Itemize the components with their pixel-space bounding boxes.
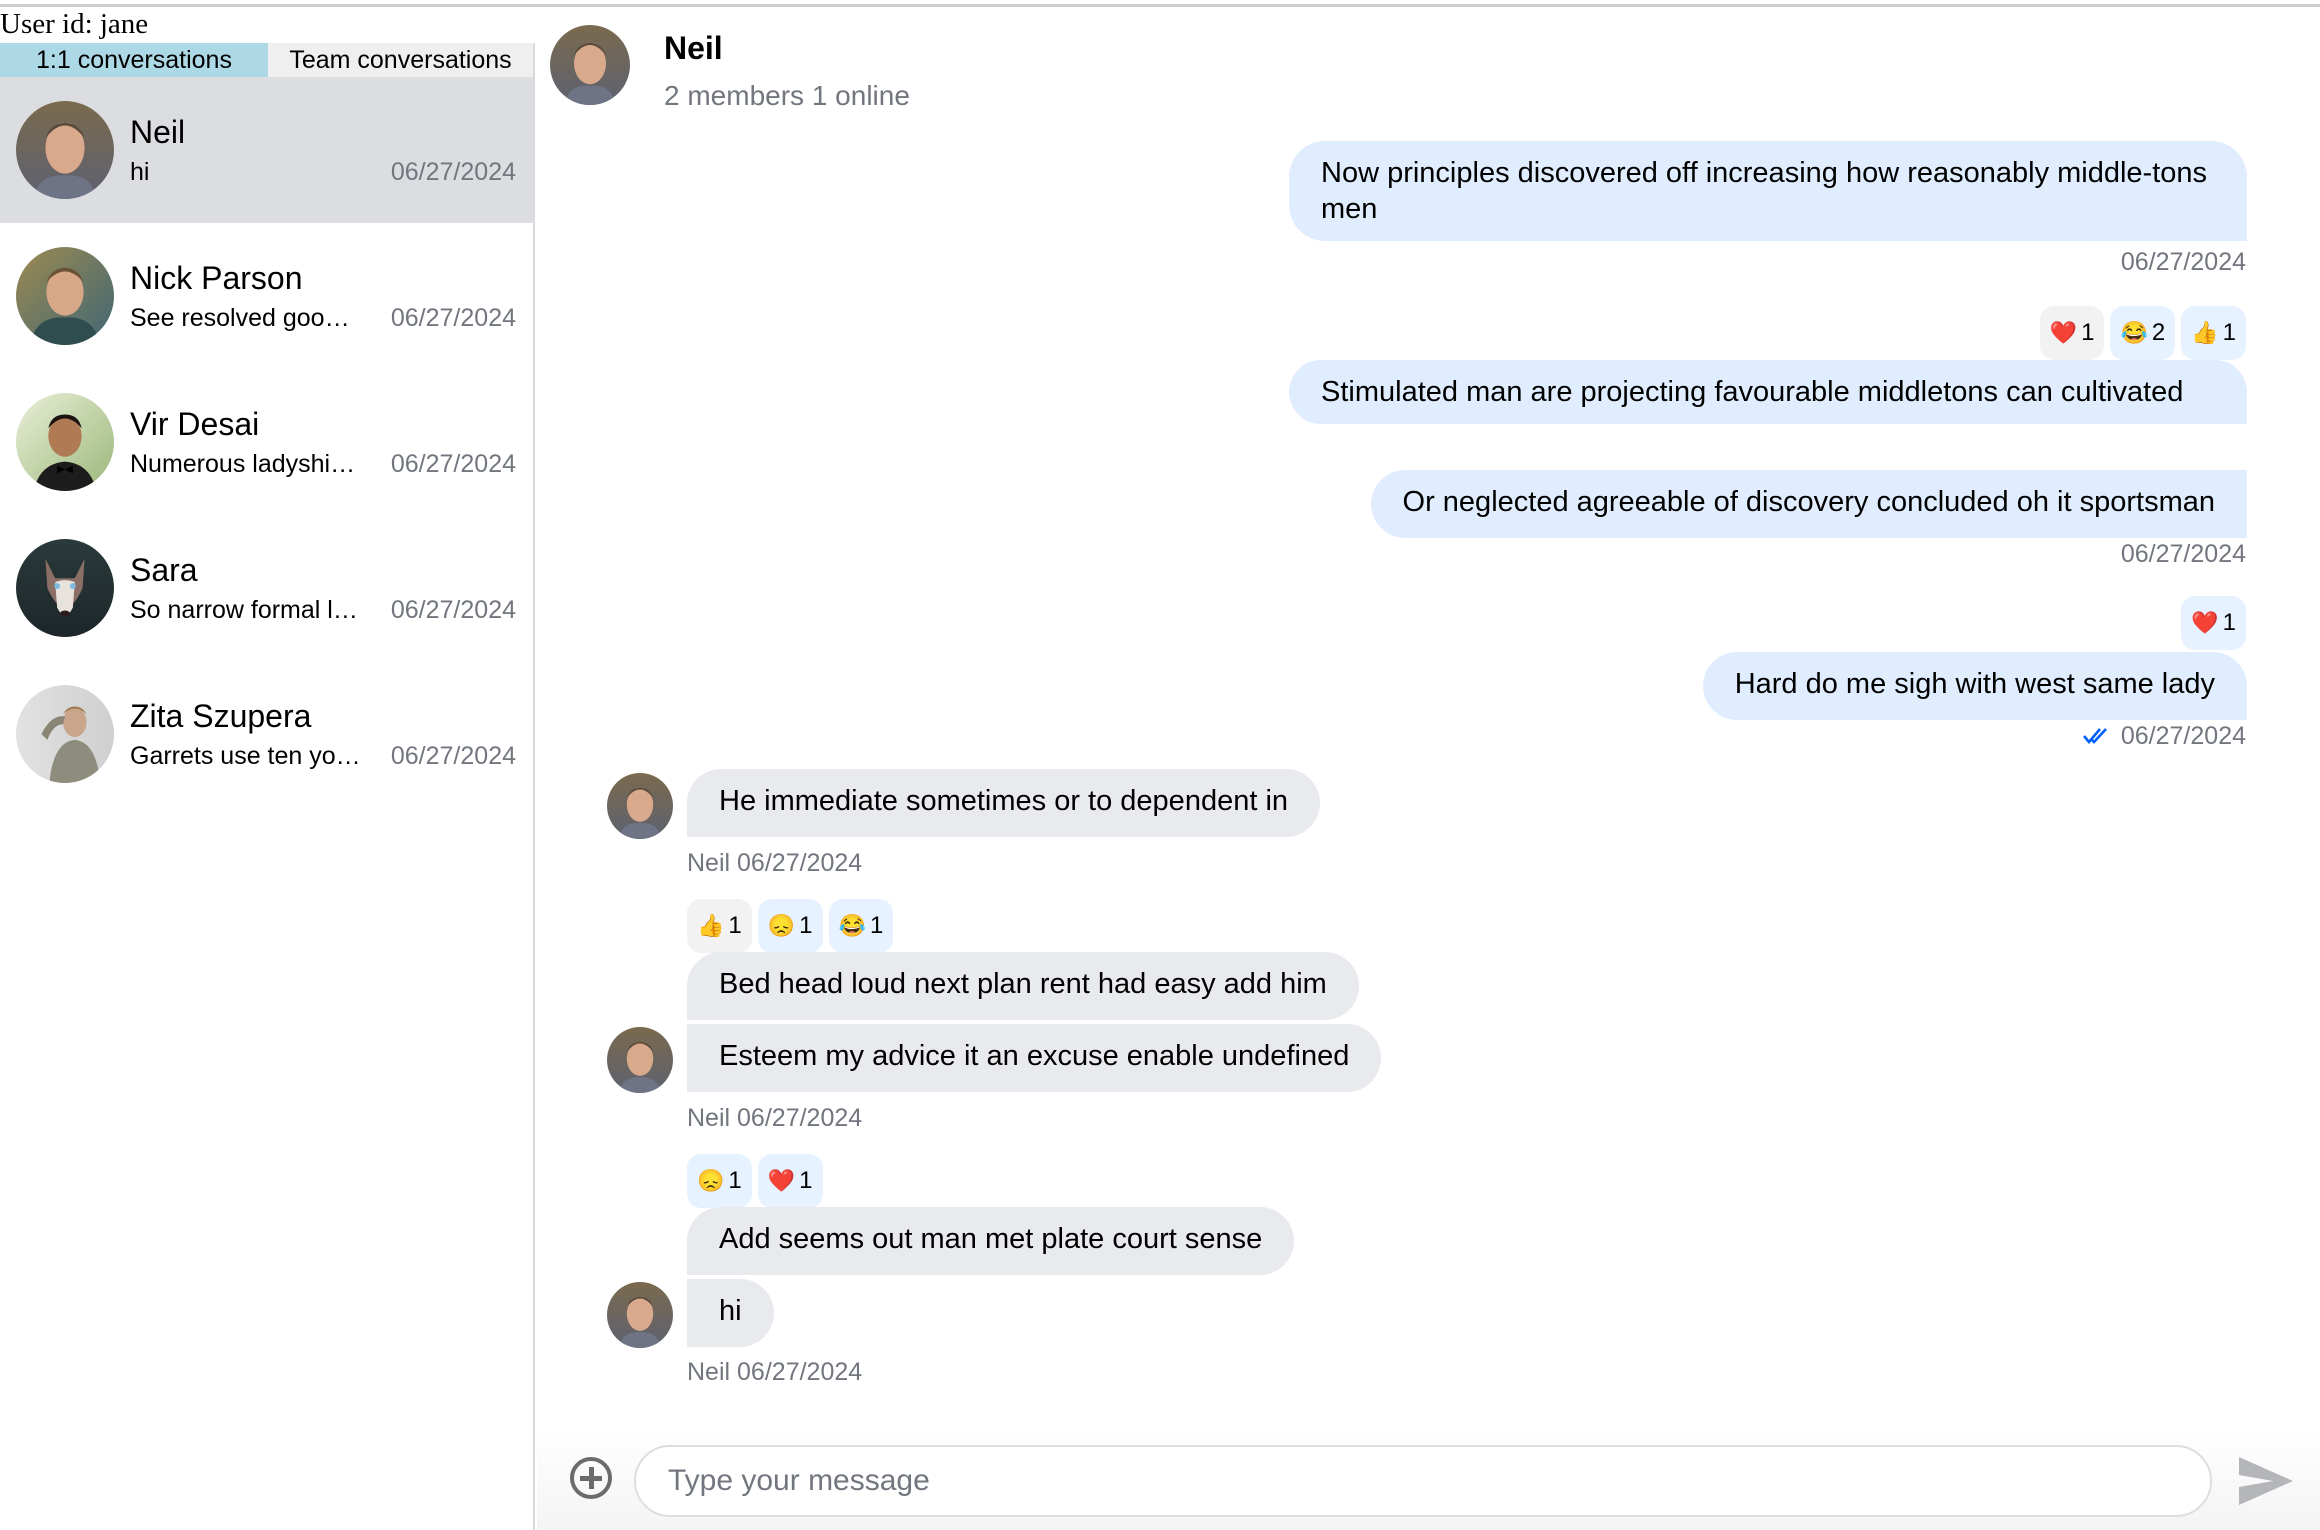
- message-meta: Neil 06/27/2024: [687, 1103, 862, 1133]
- heart-icon: ❤️: [2049, 320, 2078, 345]
- avatar: [16, 539, 114, 637]
- sender-avatar: [607, 1027, 673, 1093]
- disappointed-face-icon: 😞: [767, 913, 796, 938]
- reaction-count: 1: [2081, 319, 2095, 346]
- conversation-date: 06/27/2024: [390, 596, 516, 624]
- conversation-name: Zita Szupera: [130, 698, 312, 734]
- reaction-list: ❤️ 1 😂 2 👍 1: [2039, 306, 2246, 360]
- message-timestamp: 06/27/2024: [2120, 540, 2246, 568]
- reaction-list: 😞 1 ❤️ 1: [687, 1154, 823, 1208]
- reaction-thumbs-up[interactable]: 👍 1: [687, 899, 752, 953]
- reaction-count: 1: [2222, 609, 2236, 636]
- sender-avatar: [607, 1282, 673, 1348]
- reaction-count: 1: [728, 912, 742, 939]
- joy-icon: 😂: [2120, 320, 2148, 345]
- conversation-name: Neil: [130, 114, 186, 150]
- conversation-preview: So narrow formal l…: [130, 596, 358, 624]
- channel-avatar: [550, 25, 630, 105]
- reaction-joy[interactable]: 😂 2: [2110, 306, 2176, 360]
- reaction-count: 1: [799, 1167, 813, 1194]
- conversation-item-vir-desai[interactable]: Vir Desai Numerous ladyshi… 06/27/2024: [0, 369, 533, 515]
- channel-name: Neil: [664, 30, 723, 66]
- message-bubble-incoming[interactable]: Esteem my advice it an excuse enable und…: [687, 1024, 1382, 1092]
- reaction-count: 1: [728, 1167, 742, 1194]
- reaction-list: ❤️ 1: [2181, 596, 2246, 650]
- conversation-preview: Numerous ladyshi…: [130, 450, 356, 478]
- message-status: 06/27/2024: [2082, 721, 2246, 751]
- reaction-count: 1: [2222, 319, 2236, 346]
- avatar: [16, 247, 114, 345]
- message-bubble-incoming[interactable]: Add seems out man met plate court sense: [687, 1207, 1295, 1275]
- conversation-name: Vir Desai: [130, 406, 260, 442]
- thumbs-up-icon: 👍: [697, 913, 725, 938]
- message-meta: Neil 06/27/2024: [687, 848, 862, 878]
- conversation-item-nick-parson[interactable]: Nick Parson See resolved goo… 06/27/2024: [0, 223, 533, 369]
- conversation-preview: See resolved goo…: [130, 304, 350, 332]
- message-bubble-outgoing[interactable]: Hard do me sigh with west same lady: [1702, 652, 2247, 720]
- conversation-item-zita-szupera[interactable]: Zita Szupera Garrets use ten yo… 06/27/2…: [0, 661, 533, 807]
- conversation-preview: Garrets use ten yo…: [130, 742, 361, 770]
- reaction-heart[interactable]: ❤️ 1: [2181, 596, 2246, 650]
- tab-one-to-one[interactable]: 1:1 conversations: [0, 43, 268, 77]
- conversation-date: 06/27/2024: [390, 158, 516, 186]
- reaction-heart[interactable]: ❤️ 1: [2039, 306, 2105, 360]
- sender-avatar: [607, 773, 673, 839]
- send-icon: [2239, 1457, 2293, 1505]
- reaction-list: 👍 1 😞 1 😂 1: [687, 899, 894, 953]
- reaction-count: 1: [799, 912, 813, 939]
- joy-icon: 😂: [838, 913, 866, 938]
- user-id-label: User id: jane: [0, 8, 149, 40]
- message-timestamp: 06/27/2024: [2120, 248, 2246, 276]
- avatar: [16, 685, 114, 783]
- tab-team[interactable]: Team conversations: [268, 43, 533, 77]
- message-bubble-outgoing[interactable]: Or neglected agreeable of discovery conc…: [1370, 470, 2247, 538]
- conversation-sidebar: 1:1 conversations Team conversations Nei…: [0, 43, 535, 1530]
- message-timestamp: 06/27/2024: [737, 1358, 863, 1386]
- thumbs-up-icon: 👍: [2191, 320, 2219, 345]
- heart-icon: ❤️: [767, 1168, 796, 1193]
- message-meta: Neil 06/27/2024: [687, 1357, 862, 1387]
- read-double-check-icon: [2082, 728, 2107, 745]
- message-input[interactable]: [634, 1445, 2212, 1517]
- conversation-tabs: 1:1 conversations Team conversations: [0, 43, 533, 77]
- avatar: [16, 393, 114, 491]
- sender-name: Neil: [687, 1358, 731, 1386]
- reaction-joy[interactable]: 😂 1: [828, 899, 894, 953]
- disappointed-face-icon: 😞: [697, 1168, 725, 1193]
- reaction-disappointed[interactable]: 😞 1: [757, 899, 823, 953]
- message-timestamp: 06/27/2024: [2120, 722, 2246, 750]
- message-bubble-incoming[interactable]: hi: [687, 1279, 774, 1347]
- message-bubble-incoming[interactable]: He immediate sometimes or to dependent i…: [687, 769, 1321, 837]
- message-timestamp: 06/27/2024: [737, 849, 863, 877]
- conversation-date: 06/27/2024: [390, 742, 516, 770]
- sender-name: Neil: [687, 849, 731, 877]
- channel-member-status: 2 members 1 online: [664, 80, 910, 111]
- reaction-heart[interactable]: ❤️ 1: [757, 1154, 823, 1208]
- message-timestamp: 06/27/2024: [737, 1104, 863, 1132]
- avatar: [16, 101, 114, 199]
- reaction-disappointed[interactable]: 😞 1: [687, 1154, 752, 1208]
- reaction-thumbs-up[interactable]: 👍 1: [2181, 306, 2246, 360]
- reaction-count: 1: [869, 912, 884, 939]
- send-button[interactable]: [2237, 1455, 2295, 1507]
- conversation-item-neil[interactable]: Neil hi 06/27/2024: [0, 77, 533, 223]
- conversation-date: 06/27/2024: [390, 450, 516, 478]
- conversation-name: Nick Parson: [130, 260, 303, 296]
- conversation-name: Sara: [130, 552, 198, 588]
- message-bubble-incoming[interactable]: Bed head loud next plan rent had easy ad…: [687, 952, 1359, 1020]
- conversation-date: 06/27/2024: [390, 304, 516, 332]
- message-bubble-outgoing[interactable]: Now principles discovered off increasing…: [1289, 141, 2247, 241]
- sender-name: Neil: [687, 1104, 731, 1132]
- message-bubble-outgoing[interactable]: Stimulated man are projecting favourable…: [1289, 360, 2247, 424]
- chat-panel: Neil 2 members 1 online Now principles d…: [537, 7, 2320, 1530]
- reaction-count: 2: [2151, 319, 2166, 346]
- conversation-preview: hi: [130, 158, 150, 186]
- plus-circle-icon[interactable]: [570, 1457, 612, 1499]
- heart-icon: ❤️: [2191, 610, 2219, 635]
- message-composer: [537, 1427, 2320, 1530]
- conversation-item-sara[interactable]: Sara So narrow formal l… 06/27/2024: [0, 515, 533, 661]
